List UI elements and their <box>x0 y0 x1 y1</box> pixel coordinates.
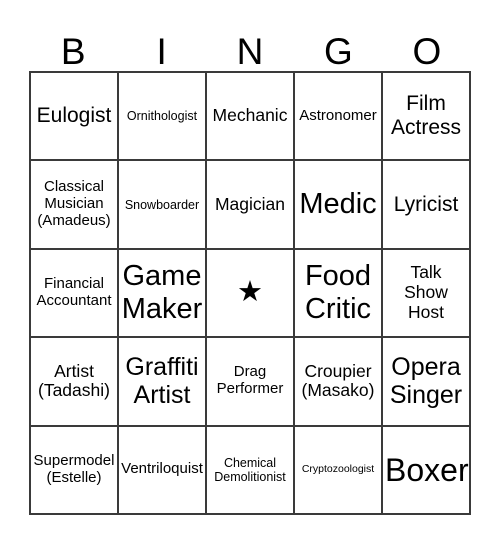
bingo-cell-label: Snowboarder <box>124 197 200 212</box>
bingo-cell[interactable]: Medic <box>295 161 383 250</box>
bingo-cell[interactable]: Cryptozoologist <box>295 426 383 515</box>
bingo-cell[interactable]: Film Actress <box>383 73 471 162</box>
bingo-cell-label: Medic <box>299 188 377 221</box>
bingo-cell-label: Opera Singer <box>389 353 463 410</box>
header-letter-g: G <box>324 31 353 72</box>
bingo-cell-label: Artist (Tadashi) <box>38 360 110 401</box>
bingo-cell-label: Film Actress <box>390 92 461 140</box>
bingo-cell[interactable]: Chemical Demolitionist <box>207 426 295 515</box>
bingo-cell[interactable]: Artist (Tadashi) <box>31 338 119 427</box>
header-letter-b: B <box>60 31 86 72</box>
bingo-cell[interactable]: Snowboarder <box>119 161 207 250</box>
bingo-cell[interactable]: Croupier (Masako) <box>295 338 383 427</box>
bingo-cell-label: Magician <box>214 193 286 214</box>
bingo-cell-label: Drag Performer <box>216 363 284 398</box>
header-letter-o: O <box>412 31 442 72</box>
bingo-cell[interactable]: Opera Singer <box>383 338 471 427</box>
bingo-cell-label: Ornithologist <box>126 109 198 124</box>
bingo-cell[interactable]: Ventriloquist <box>119 426 207 515</box>
bingo-cell-label: Ventriloquist <box>121 460 203 478</box>
bingo-cell[interactable]: Graffiti Artist <box>119 338 207 427</box>
header-letter-n: N <box>236 31 264 72</box>
bingo-cell-label: Game Maker <box>121 260 203 325</box>
bingo-card: B I N G O Eulogist Ornithologist Mechanic A… <box>0 0 500 544</box>
bingo-cell-label: Cryptozoologist <box>301 462 375 475</box>
bingo-cell-label: Classical Musician (Amadeus) <box>37 178 111 230</box>
bingo-cell-free-space[interactable]: ★ <box>207 249 295 339</box>
bingo-cell[interactable]: Classical Musician (Amadeus) <box>31 161 119 250</box>
bingo-cell[interactable]: Magician <box>207 161 295 250</box>
bingo-header-row: B I N G O <box>29 18 471 71</box>
bingo-cell-label: Boxer <box>385 451 469 488</box>
bingo-cell-label: Eulogist <box>36 104 112 128</box>
bingo-cell[interactable]: Mechanic <box>207 73 295 162</box>
bingo-cell-label: Food Critic <box>304 260 372 325</box>
bingo-cell[interactable]: Lyricist <box>383 161 471 250</box>
bingo-cell[interactable]: Talk Show Host <box>383 249 471 339</box>
bingo-cell[interactable]: Supermodel (Estelle) <box>31 426 119 515</box>
bingo-grid: Eulogist Ornithologist Mechanic Astronomer F… <box>29 71 471 515</box>
bingo-cell[interactable]: Boxer <box>383 426 471 515</box>
bingo-cell-label: Lyricist <box>393 192 459 216</box>
bingo-cell[interactable]: Eulogist <box>31 73 119 162</box>
bingo-cell[interactable]: Ornithologist <box>119 73 207 162</box>
star-icon: ★ <box>237 276 263 309</box>
bingo-cell[interactable]: Drag Performer <box>207 338 295 427</box>
bingo-cell-label: Mechanic <box>212 105 288 126</box>
header-letter-i: I <box>156 31 167 72</box>
bingo-cell-label: Croupier (Masako) <box>301 360 375 401</box>
bingo-cell-label: Graffiti Artist <box>125 353 199 410</box>
bingo-cell-label: Supermodel (Estelle) <box>33 451 115 486</box>
bingo-cell-label: Financial Accountant <box>36 275 112 309</box>
bingo-cell[interactable]: Financial Accountant <box>31 249 119 339</box>
bingo-cell[interactable]: Game Maker <box>119 249 207 339</box>
bingo-cell-label: Chemical Demolitionist <box>214 455 286 484</box>
bingo-cell[interactable]: Astronomer <box>295 73 383 162</box>
bingo-cell[interactable]: Food Critic <box>295 249 383 339</box>
bingo-cell-label: Astronomer <box>299 106 377 124</box>
bingo-cell-label: Talk Show Host <box>404 262 448 322</box>
